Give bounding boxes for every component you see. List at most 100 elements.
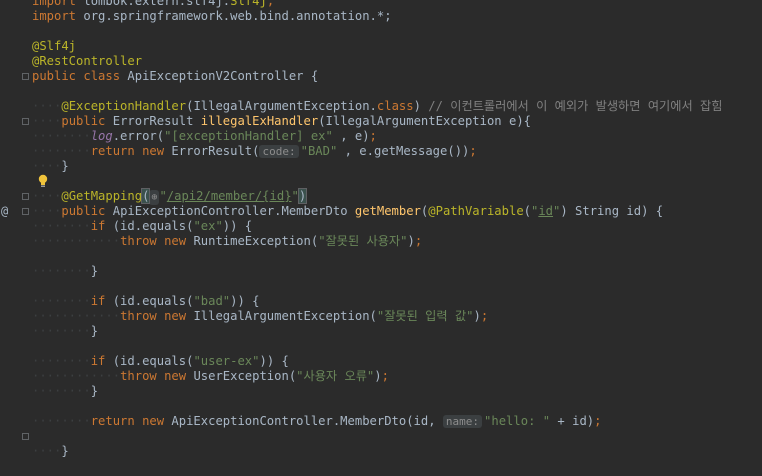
code-line[interactable] (0, 84, 762, 99)
text-cursor (306, 189, 308, 204)
code-token: return new (90, 144, 172, 158)
fold-toggle-icon[interactable] (22, 433, 29, 440)
code-line[interactable] (0, 339, 762, 354)
code-token: ApiExceptionController.MemberDto (112, 204, 355, 218)
code-line-text: ············throw new RuntimeException("… (32, 234, 422, 249)
code-token: , e) (332, 129, 370, 143)
code-token: ( (141, 188, 151, 204)
code-line[interactable] (0, 459, 762, 474)
code-token: if (90, 294, 113, 308)
code-line[interactable] (0, 399, 762, 414)
code-token: ; (469, 144, 477, 158)
code-token: .error( (112, 129, 165, 143)
fold-toggle-icon[interactable] (22, 73, 29, 80)
code-line[interactable]: ····@ExceptionHandler(IllegalArgumentExc… (0, 99, 762, 114)
code-line-text: ····} (32, 444, 69, 459)
code-line-text: @Slf4j (32, 39, 76, 54)
code-token: ) (413, 99, 429, 113)
code-line-text: ········return new ApiExceptionControlle… (32, 414, 601, 429)
code-line[interactable]: ····} (0, 444, 762, 459)
code-token: , e.getMessage()) (337, 144, 470, 158)
code-token: ) (473, 309, 481, 323)
code-line-text: import lombok.extern.slf4j.Slf4j; (32, 0, 274, 9)
code-token: if (90, 219, 113, 233)
code-line[interactable]: ····public ErrorResult illegalExHandler(… (0, 114, 762, 129)
code-line[interactable]: import org.springframework.web.bind.anno… (0, 9, 762, 24)
code-token: ········ (32, 264, 91, 278)
code-token: "hello: " (484, 414, 551, 428)
code-line[interactable] (0, 249, 762, 264)
code-token: if (90, 354, 113, 368)
code-token: "bad" (193, 294, 231, 308)
code-line[interactable]: @Slf4j (0, 39, 762, 54)
code-token: @ExceptionHandler (61, 99, 187, 113)
code-token: // 이컨트롤러에서 이 예외가 발생하면 여기에서 잡힘 (428, 99, 723, 113)
code-line[interactable]: public class ApiExceptionV2Controller { (0, 69, 762, 84)
code-token: ···· (32, 114, 62, 128)
code-line[interactable]: ········} (0, 324, 762, 339)
code-line[interactable]: ········if (id.equals("ex")) { (0, 219, 762, 234)
code-token: ErrorResult( (171, 144, 260, 158)
code-token: ) (374, 369, 382, 383)
code-line[interactable]: import lombok.extern.slf4j.Slf4j; (0, 0, 762, 9)
code-line[interactable]: ········log.error("[exceptionHandler] ex… (0, 129, 762, 144)
code-line[interactable]: ············throw new UserException("사용자… (0, 369, 762, 384)
code-line[interactable] (0, 24, 762, 39)
override-marker-icon[interactable]: @ (1, 204, 8, 219)
code-line[interactable]: ············throw new RuntimeException("… (0, 234, 762, 249)
code-line[interactable]: ····@GetMapping(⊕ "/api2/member/{id}") (0, 188, 762, 205)
code-line-text: ········log.error("[exceptionHandler] ex… (32, 129, 377, 144)
parameter-hint: name: (442, 415, 483, 428)
code-line[interactable]: ········} (0, 384, 762, 399)
code-token: @RestController (32, 54, 143, 68)
code-token: (IllegalArgumentException. (186, 99, 377, 113)
code-token: public (61, 114, 113, 128)
code-token: (id.equals( (112, 219, 194, 233)
code-line[interactable]: ········if (id.equals("user-ex")) { (0, 354, 762, 369)
code-token: " (159, 189, 167, 203)
code-token: ········ (32, 219, 91, 233)
code-line[interactable]: ········if (id.equals("bad")) { (0, 294, 762, 309)
code-line[interactable] (0, 429, 762, 444)
code-token: org.springframework.web.bind.annotation.… (83, 9, 392, 23)
parameter-hint: code: (259, 145, 299, 158)
code-token: ErrorResult (112, 114, 201, 128)
code-token: ; (414, 234, 423, 248)
fold-toggle-icon[interactable] (22, 208, 29, 215)
code-token: (id.equals( (112, 354, 194, 368)
code-token: @GetMapping (61, 189, 143, 203)
code-token: @Slf4j (32, 39, 77, 53)
code-token: )) { (230, 294, 260, 308)
code-token: ) (297, 188, 308, 204)
code-line[interactable]: ············throw new IllegalArgumentExc… (0, 309, 762, 324)
code-line[interactable]: ········return new ErrorResult(code: "BAD… (0, 144, 762, 159)
code-line[interactable]: ········return new ApiExceptionControlle… (0, 414, 762, 429)
web-endpoint-icon: ⊕ (149, 190, 160, 205)
fold-toggle-icon[interactable] (22, 118, 29, 125)
code-token: public (61, 204, 113, 218)
fold-toggle-icon[interactable] (22, 193, 29, 200)
code-line[interactable]: ········} (0, 264, 762, 279)
code-token: "잘못된 입력 값" (376, 309, 474, 323)
lightbulb-icon[interactable] (38, 174, 48, 188)
code-line-text: ····@GetMapping(⊕ "/api2/member/{id}") (32, 188, 308, 205)
code-token: ; (381, 369, 389, 383)
code-line[interactable] (0, 279, 762, 294)
code-token: ········ (32, 354, 91, 368)
code-line[interactable]: @RestController (0, 54, 762, 69)
code-token: (IllegalArgumentException e){ (318, 114, 531, 128)
code-line[interactable]: ····public ApiExceptionController.Member… (0, 204, 762, 219)
code-token: public class (32, 69, 128, 83)
code-token: "사용자 오류" (296, 369, 375, 383)
code-line-text: ········} (32, 324, 98, 339)
code-line-text: ····public ApiExceptionController.Member… (32, 204, 663, 219)
code-token: ApiExceptionV2Controller { (127, 69, 319, 83)
code-token: illegalExHandler (200, 114, 319, 128)
code-token: ········ (32, 144, 91, 158)
code-token: } (61, 444, 69, 458)
code-line-text: ············throw new IllegalArgumentExc… (32, 309, 488, 324)
code-line[interactable]: ····} (0, 159, 762, 174)
code-token: ········ (32, 414, 91, 428)
code-line[interactable] (0, 174, 762, 189)
code-token: class (376, 99, 414, 113)
